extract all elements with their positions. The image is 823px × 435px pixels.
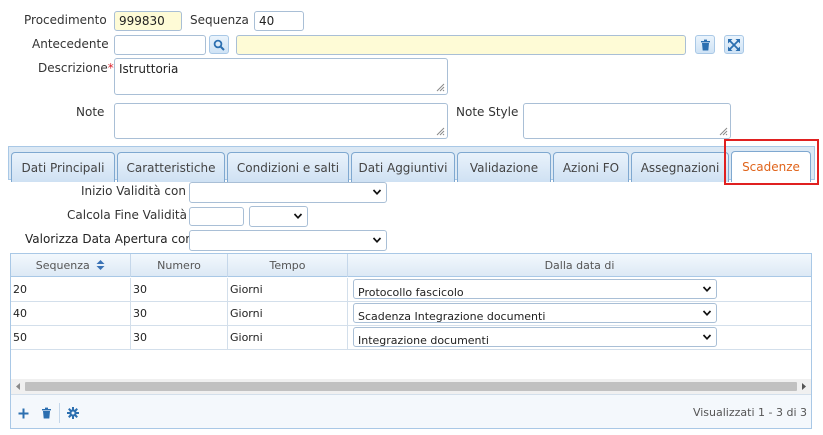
descrizione-label-text: Descrizione	[38, 61, 108, 75]
settings-button[interactable]	[65, 405, 81, 421]
add-button[interactable]	[15, 405, 31, 421]
tab-azioni-fo[interactable]: Azioni FO	[553, 152, 629, 182]
dalla-data-di-value: Protocollo fascicolo	[358, 286, 464, 299]
cell-numero: 30	[131, 278, 228, 301]
antecedente-label: Antecedente	[32, 37, 109, 51]
scroll-right-icon[interactable]	[799, 379, 809, 394]
inizio-validita-label: Inizio Validità con	[81, 184, 186, 198]
scrollbar-thumb[interactable]	[25, 382, 797, 391]
valorizza-select[interactable]	[189, 230, 387, 251]
gear-icon	[67, 407, 79, 419]
cell-tempo: Giorni	[228, 278, 348, 301]
table-row[interactable]: 20 30 Giorni Protocollo fascicolo	[11, 278, 811, 302]
calcola-fine-field[interactable]	[189, 207, 244, 226]
column-header-label: Sequenza	[35, 259, 90, 272]
tab-assegnazioni[interactable]: Assegnazioni	[631, 152, 729, 182]
plus-icon	[18, 408, 28, 418]
resize-grip-icon[interactable]	[436, 127, 445, 136]
tab-condizioni-e-salti[interactable]: Condizioni e salti	[227, 152, 349, 182]
trash-icon	[41, 407, 51, 419]
chevron-down-icon	[702, 286, 712, 293]
descrizione-value: Istruttoria	[119, 62, 179, 76]
antecedente-code-field[interactable]	[114, 35, 206, 55]
note-label: Note	[76, 105, 105, 119]
tab-dati-aggiuntivi[interactable]: Dati Aggiuntivi	[351, 152, 455, 182]
cell-dalla-data-di: Scadenza Integrazione documenti	[348, 302, 811, 325]
trash-icon	[700, 39, 710, 50]
tab-caratteristiche[interactable]: Caratteristiche	[117, 152, 225, 182]
column-header-sequenza[interactable]: Sequenza	[11, 254, 131, 277]
pager-info: Visualizzati 1 - 3 di 3	[692, 406, 807, 419]
calcola-fine-unit-select[interactable]	[249, 206, 308, 227]
procedimento-field[interactable]: 999830	[114, 11, 182, 31]
column-header-dalla-data-di[interactable]: Dalla data di	[348, 254, 811, 277]
delete-row-button[interactable]	[38, 405, 54, 421]
note-style-label: Note Style	[456, 105, 519, 119]
cell-numero: 30	[131, 302, 228, 325]
tab-bar: Dati Principali Caratteristiche Condizio…	[8, 146, 815, 182]
procedimento-label: Procedimento	[24, 13, 107, 27]
expand-icon	[728, 38, 740, 51]
cell-tempo: Giorni	[228, 302, 348, 325]
grid-header: Sequenza Numero Tempo Dalla data di	[11, 254, 811, 277]
column-header-numero[interactable]: Numero	[131, 254, 228, 277]
scroll-left-icon[interactable]	[13, 379, 23, 394]
search-icon	[213, 39, 225, 51]
chevron-down-icon	[372, 237, 382, 244]
antecedente-expand-button[interactable]	[724, 35, 744, 54]
sequenza-field[interactable]: 40	[254, 11, 304, 31]
resize-grip-icon[interactable]	[719, 127, 728, 136]
descrizione-label: Descrizione*	[38, 61, 114, 75]
calcola-fine-label: Calcola Fine Validità	[67, 208, 187, 222]
descrizione-textarea[interactable]: Istruttoria	[114, 58, 448, 95]
chevron-down-icon	[372, 189, 382, 196]
table-row[interactable]: 50 30 Giorni Integrazione documenti	[11, 326, 811, 350]
sequenza-label: Sequenza	[190, 13, 249, 27]
chevron-down-icon	[293, 213, 303, 220]
dalla-data-di-select[interactable]: Integrazione documenti	[353, 327, 717, 347]
dalla-data-di-select[interactable]: Scadenza Integrazione documenti	[353, 303, 717, 323]
note-style-textarea[interactable]	[523, 103, 731, 139]
chevron-down-icon	[702, 334, 712, 341]
cell-dalla-data-di: Protocollo fascicolo	[348, 278, 811, 301]
dalla-data-di-value: Scadenza Integrazione documenti	[358, 310, 546, 323]
valorizza-label: Valorizza Data Apertura con	[25, 232, 193, 246]
scadenze-grid: Sequenza Numero Tempo Dalla data di 20 3…	[10, 253, 812, 429]
cell-numero: 30	[131, 326, 228, 349]
cell-sequenza: 50	[11, 326, 131, 349]
tab-scadenze[interactable]: Scadenze	[731, 151, 811, 182]
dalla-data-di-select[interactable]: Protocollo fascicolo	[353, 279, 717, 299]
cell-sequenza: 20	[11, 278, 131, 301]
cell-sequenza: 40	[11, 302, 131, 325]
cell-dalla-data-di: Integrazione documenti	[348, 326, 811, 349]
pager-separator	[59, 403, 60, 423]
antecedente-delete-button[interactable]	[695, 35, 715, 54]
antecedente-description-field[interactable]	[236, 35, 686, 55]
note-textarea[interactable]	[114, 103, 448, 139]
resize-grip-icon[interactable]	[436, 83, 445, 92]
grid-pager: Visualizzati 1 - 3 di 3	[11, 394, 811, 428]
inizio-validita-select[interactable]	[189, 182, 387, 203]
chevron-down-icon	[702, 310, 712, 317]
table-row[interactable]: 40 30 Giorni Scadenza Integrazione docum…	[11, 302, 811, 326]
tab-validazione[interactable]: Validazione	[457, 152, 551, 182]
horizontal-scrollbar[interactable]	[11, 379, 811, 394]
cell-tempo: Giorni	[228, 326, 348, 349]
sort-icon[interactable]	[96, 260, 105, 270]
antecedente-search-button[interactable]	[209, 35, 229, 54]
required-mark: *	[107, 61, 114, 75]
dalla-data-di-value: Integrazione documenti	[358, 334, 489, 347]
tab-dati-principali[interactable]: Dati Principali	[11, 152, 115, 182]
column-header-tempo[interactable]: Tempo	[228, 254, 348, 277]
